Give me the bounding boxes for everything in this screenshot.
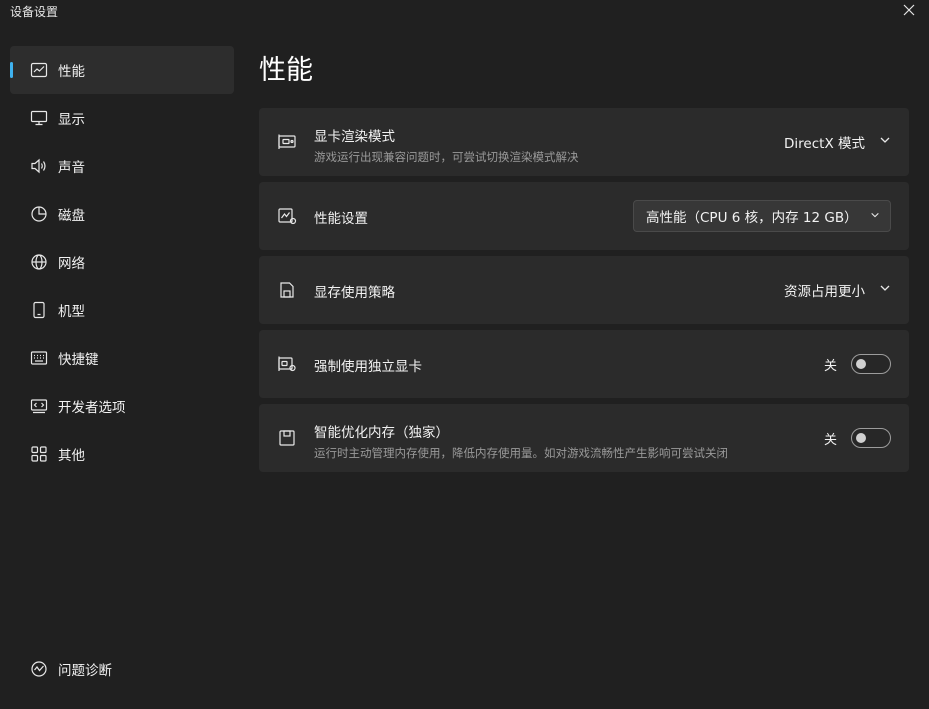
pie-chart-icon	[30, 205, 48, 223]
setting-force-discrete-gpu: 强制使用独立显卡 关	[259, 330, 909, 398]
setting-title: 性能设置	[314, 211, 368, 227]
sidebar-item-other[interactable]: 其他	[10, 430, 234, 478]
sidebar-item-label: 问题诊断	[58, 663, 112, 679]
sidebar-item-label: 开发者选项	[58, 400, 126, 416]
dropdown-value: 资源占用更小	[784, 284, 865, 300]
sidebar-item-label: 其他	[58, 448, 85, 464]
sidebar-item-label: 快捷键	[58, 352, 99, 368]
memory-icon	[277, 429, 297, 447]
close-button[interactable]	[889, 0, 929, 24]
gpu-card-icon	[277, 133, 297, 151]
toggle-knob	[856, 359, 866, 369]
sidebar-item-device-model[interactable]: 机型	[10, 286, 234, 334]
monitor-icon	[30, 109, 48, 127]
save-disk-icon	[277, 281, 297, 299]
toggle-knob	[856, 433, 866, 443]
render-mode-dropdown[interactable]: DirectX 模式	[784, 132, 891, 152]
page-title: 性能	[259, 55, 313, 86]
toggle-state-label: 关	[823, 358, 837, 374]
sidebar-item-label: 磁盘	[58, 208, 85, 224]
phone-icon	[30, 301, 48, 319]
setting-title: 显存使用策略	[314, 285, 395, 301]
sidebar-bottom: 问题诊断	[10, 645, 234, 693]
toggle-state-label: 关	[823, 432, 837, 448]
sidebar-item-shortcuts[interactable]: 快捷键	[10, 334, 234, 382]
chevron-down-icon	[865, 134, 891, 150]
globe-icon	[30, 253, 48, 271]
performance-icon	[277, 207, 297, 225]
chevron-down-icon	[865, 282, 891, 298]
setting-performance: 性能设置 高性能（CPU 6 核，内存 12 GB）	[259, 182, 909, 250]
sidebar-item-disk[interactable]: 磁盘	[10, 190, 234, 238]
developer-icon	[30, 397, 48, 415]
setting-description: 运行时主动管理内存使用，降低内存使用量。如对游戏流畅性产生影响可尝试关闭	[314, 446, 728, 460]
combo-value: 高性能（CPU 6 核，内存 12 GB）	[646, 210, 858, 226]
sidebar-item-developer[interactable]: 开发者选项	[10, 382, 234, 430]
chart-line-icon	[30, 61, 48, 79]
close-icon	[903, 4, 915, 20]
setting-gpu-render-mode: 显卡渲染模式 游戏运行出现兼容问题时，可尝试切换渲染模式解决 DirectX 模…	[259, 108, 909, 176]
setting-title: 显卡渲染模式	[314, 129, 395, 145]
force-discrete-gpu-toggle[interactable]	[851, 354, 891, 374]
setting-vram-strategy: 显存使用策略 资源占用更小	[259, 256, 909, 324]
performance-combo[interactable]: 高性能（CPU 6 核，内存 12 GB）	[633, 200, 891, 232]
sidebar-item-sound[interactable]: 声音	[10, 142, 234, 190]
sidebar-item-label: 性能	[58, 64, 85, 80]
setting-smart-memory: 智能优化内存（独家） 运行时主动管理内存使用，降低内存使用量。如对游戏流畅性产生…	[259, 404, 909, 472]
vram-strategy-dropdown[interactable]: 资源占用更小	[784, 280, 891, 300]
setting-description: 游戏运行出现兼容问题时，可尝试切换渲染模式解决	[314, 150, 579, 164]
chevron-down-icon	[870, 208, 880, 224]
window-title: 设备设置	[10, 5, 59, 19]
sidebar-item-label: 声音	[58, 160, 85, 176]
sidebar-item-network[interactable]: 网络	[10, 238, 234, 286]
dropdown-value: DirectX 模式	[784, 136, 865, 152]
diagnose-icon	[30, 660, 48, 678]
setting-title: 智能优化内存（独家）	[314, 425, 449, 441]
sidebar-item-display[interactable]: 显示	[10, 94, 234, 142]
grid-icon	[30, 445, 48, 463]
speaker-icon	[30, 157, 48, 175]
sidebar-item-label: 网络	[58, 256, 85, 272]
sidebar-item-label: 显示	[58, 112, 85, 128]
sidebar-item-diagnose[interactable]: 问题诊断	[10, 645, 234, 693]
sidebar-item-performance[interactable]: 性能	[10, 46, 234, 94]
sidebar-item-label: 机型	[58, 304, 85, 320]
sidebar: 性能 显示 声音 磁盘 网络 机型 快捷键 开发者选项 其他	[10, 46, 234, 478]
gpu-settings-icon	[277, 355, 297, 373]
setting-title: 强制使用独立显卡	[314, 359, 422, 375]
keyboard-icon	[30, 349, 48, 367]
title-bar: 设备设置	[0, 0, 929, 24]
smart-memory-toggle[interactable]	[851, 428, 891, 448]
